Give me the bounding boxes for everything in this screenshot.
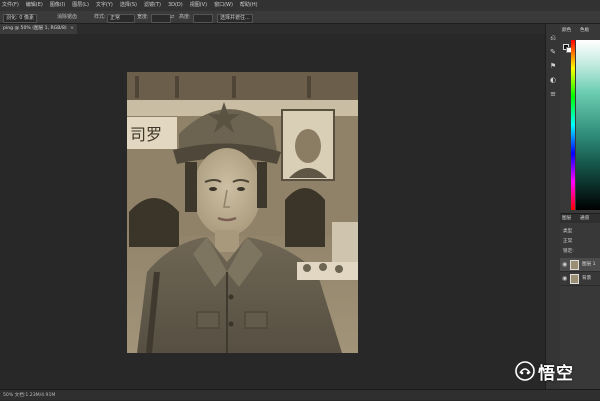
menu-type[interactable]: 文字(Y) [96,0,113,11]
brush-settings-icon[interactable]: ✎ [549,48,557,56]
properties-icon[interactable]: ≡ [549,90,557,98]
svg-text:司罗: 司罗 [130,125,162,144]
tab-layers[interactable]: 图层 [562,215,571,221]
adjustments-icon[interactable]: ◐ [549,76,557,84]
layer-kind-filter[interactable]: 类型 [563,228,572,234]
panel-tool-strip: ⎌ ✎ ⚑ ◐ ≡ [545,24,560,389]
options-bar: 羽化: 0 像素 消除锯齿 样式: 正常 宽度: ⇄ 高度: 选择并遮住... [0,11,600,24]
lock-label: 锁定: [563,249,574,254]
height-field[interactable] [193,14,213,23]
document-tab-title: ping @ 50% (图层 1, RGB/8) [3,26,67,31]
tab-channels[interactable]: 通道 [580,215,589,221]
tab-swatches[interactable]: 色板 [580,27,589,33]
anti-alias-checkbox[interactable]: 消除锯齿 [55,14,79,21]
color-picker-field[interactable] [576,40,600,210]
menu-file[interactable]: 文件(F) [2,0,19,11]
status-bar: 50% 文档:1.23M/4.91M [0,389,600,400]
eye-icon[interactable]: ◉ [562,261,567,268]
swap-icon[interactable]: ⇄ [168,14,176,21]
portrait-image: 司罗 [127,72,358,353]
menu-view[interactable]: 视图(V) [190,0,207,11]
width-label: 宽度: [137,14,149,20]
menu-select[interactable]: 选择(S) [120,0,137,11]
menu-layer[interactable]: 图层(L) [72,0,89,11]
feather-field[interactable]: 羽化: 0 像素 [3,14,38,23]
layer-thumbnail [570,260,579,270]
style-select[interactable]: 正常 [107,14,135,23]
tab-color[interactable]: 颜色 [562,27,571,33]
document-tab[interactable]: ping @ 50% (图层 1, RGB/8) × [0,24,77,34]
menu-bar: 文件(F) 编辑(E) 图像(I) 图层(L) 文字(Y) 选择(S) 滤镜(T… [0,0,600,11]
eye-icon[interactable]: ◉ [562,275,567,282]
layer-row[interactable]: ◉ 背景 [560,272,600,286]
close-icon[interactable]: × [70,26,74,31]
hue-slider[interactable] [571,40,575,210]
menu-edit[interactable]: 编辑(E) [26,0,43,11]
blend-mode-select[interactable]: 正常 [563,238,572,244]
menu-filter[interactable]: 滤镜(T) [144,0,161,11]
document-tab-bar: ping @ 50% (图层 1, RGB/8) × [0,24,545,34]
menu-image[interactable]: 图像(I) [50,0,65,11]
height-label: 高度: [179,14,191,20]
history-icon[interactable]: ⎌ [549,34,557,42]
style-label: 样式: [94,14,106,20]
menu-window[interactable]: 窗口(W) [214,0,233,11]
clone-source-icon[interactable]: ⚑ [549,62,557,70]
select-and-mask-button[interactable]: 选择并遮住... [217,14,253,23]
wukong-logo-icon [515,361,535,381]
document-image: 司罗 [127,72,358,353]
layer-thumbnail [570,274,579,284]
menu-3d[interactable]: 3D(D) [168,0,183,11]
watermark-text: 悟空 [538,363,574,384]
layer-name: 图层 1 [582,262,596,267]
watermark: 悟空 [515,360,574,384]
status-text: 50% 文档:1.23M/4.91M [3,393,56,398]
layer-row[interactable]: ◉ 图层 1 [560,258,600,272]
layers-panel-header: 图层 通道 [560,213,600,223]
menu-help[interactable]: 帮助(H) [240,0,258,11]
layer-name: 背景 [582,276,592,281]
